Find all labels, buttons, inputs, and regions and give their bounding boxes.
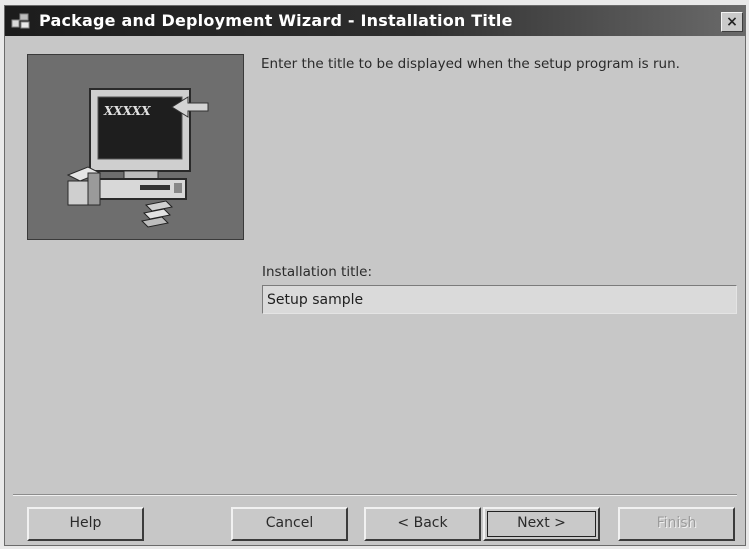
help-button[interactable]: Help: [27, 507, 144, 541]
back-button[interactable]: < Back: [364, 507, 481, 541]
installation-title-label: Installation title:: [262, 264, 372, 280]
next-button-label: Next >: [517, 515, 566, 531]
installation-title-label-text: Installation title:: [262, 264, 373, 280]
screen-text: XXXXX: [103, 104, 151, 118]
wizard-window: Package and Deployment Wizard - Installa…: [4, 5, 746, 546]
help-button-label: Help: [69, 515, 102, 531]
cancel-button-label: Cancel: [265, 515, 314, 531]
close-icon: ×: [726, 14, 738, 30]
close-button[interactable]: ×: [721, 12, 743, 32]
installation-title-input[interactable]: [262, 285, 737, 314]
next-button[interactable]: Next >: [483, 507, 600, 541]
finish-button-label: Finish: [656, 515, 697, 531]
wizard-illustration: XXXXX: [27, 54, 244, 240]
window-title: Package and Deployment Wizard - Installa…: [39, 11, 513, 30]
back-button-label: < Back: [397, 515, 448, 531]
finish-button[interactable]: Finish: [618, 507, 735, 541]
instruction-text: Enter the title to be displayed when the…: [261, 56, 680, 72]
app-icon: [11, 12, 31, 30]
button-divider: [13, 494, 737, 496]
title-bar[interactable]: Package and Deployment Wizard - Installa…: [5, 6, 745, 36]
cancel-button[interactable]: Cancel: [231, 507, 348, 541]
